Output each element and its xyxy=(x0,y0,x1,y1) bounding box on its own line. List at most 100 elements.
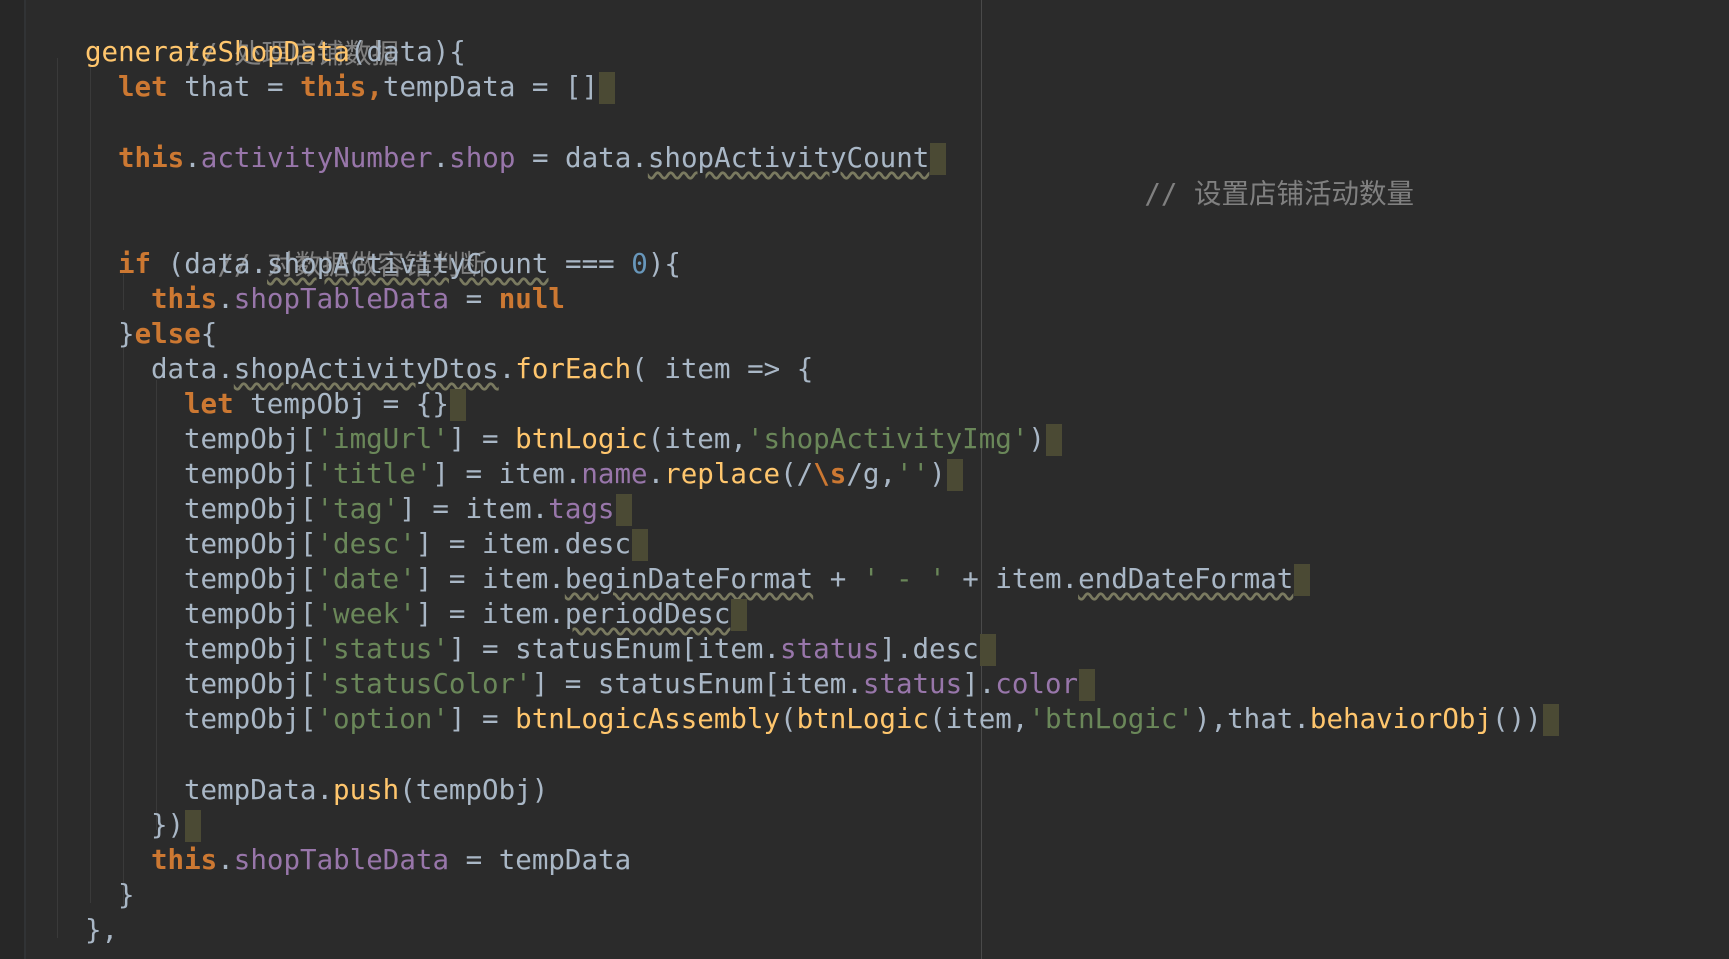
unresolved-property: shopActivityCount xyxy=(647,142,930,174)
code-line: tempObj['statusColor'] = statusEnum[item… xyxy=(184,666,1096,702)
code-text: (item, xyxy=(647,423,747,455)
string-literal: 'status' xyxy=(316,633,449,665)
code-line: }) xyxy=(151,807,202,843)
code-text: (item, xyxy=(929,703,1029,735)
line-end-highlight xyxy=(615,494,632,526)
property: tags xyxy=(548,493,615,525)
string-literal: '' xyxy=(896,458,930,490)
code-line: tempObj['status'] = statusEnum[item.stat… xyxy=(184,631,996,667)
code-text: tempObj[ xyxy=(184,633,317,665)
keyword: this xyxy=(151,844,218,876)
code-line: // 对数据做容错判断 xyxy=(118,211,487,281)
line-end-highlight xyxy=(1045,424,1062,456)
line-end-highlight xyxy=(449,389,466,421)
string-literal: 'btnLogic' xyxy=(1028,703,1194,735)
code-text: tempData. xyxy=(184,774,334,806)
string-literal: 'title' xyxy=(316,458,433,490)
string-literal: 'statusColor' xyxy=(316,668,532,700)
unresolved-property: shopActivityCount xyxy=(267,248,549,280)
function-name: behaviorObj xyxy=(1309,703,1493,735)
function-name: btnLogic xyxy=(796,703,930,735)
code-text: data. xyxy=(151,353,234,385)
code-text: tempObj[ xyxy=(184,458,317,490)
line-end-highlight xyxy=(599,72,616,104)
code-text: (data){ xyxy=(349,36,466,68)
code-text: + xyxy=(813,563,863,595)
keyword: this xyxy=(151,283,218,315)
keyword: else xyxy=(134,318,201,350)
property: name xyxy=(581,458,648,490)
code-text: ] = item. xyxy=(399,493,549,525)
code-line: this.activityNumber.shop = data.shopActi… xyxy=(118,140,947,176)
code-text: ] = item.desc xyxy=(415,528,632,560)
code-text: . xyxy=(217,844,234,876)
code-line: data.shopActivityDtos.forEach( item => { xyxy=(151,351,813,387)
line-end-highlight xyxy=(930,143,947,175)
keyword: null xyxy=(498,283,565,315)
line-end-highlight xyxy=(731,599,748,631)
code-text: . xyxy=(217,283,234,315)
code-line: this.shopTableData = tempData xyxy=(151,842,631,878)
code-line: if (data.shopActivityCount === 0){ xyxy=(118,246,681,282)
code-text: ) xyxy=(929,458,946,490)
code-line: tempObj['option'] = btnLogicAssembly(btn… xyxy=(184,701,1559,737)
string-literal: ' - ' xyxy=(862,563,946,595)
keyword: let xyxy=(184,388,234,420)
indent-guide xyxy=(156,380,157,830)
code-text: ( xyxy=(780,703,797,735)
comment: // 设置店铺活动数量 xyxy=(1144,178,1415,210)
code-text: . xyxy=(498,353,516,385)
code-text: (/ xyxy=(780,458,814,490)
code-line: tempData.push(tempObj) xyxy=(184,772,548,808)
unresolved-property: endDateFormat xyxy=(1078,563,1294,595)
code-line: }, xyxy=(85,912,118,948)
code-line: tempObj['imgUrl'] = btnLogic(item,'shopA… xyxy=(184,421,1062,457)
code-text: tempObj[ xyxy=(184,668,317,700)
code-text: tempObj[ xyxy=(184,563,317,595)
code-text: ] = xyxy=(448,703,516,735)
code-line: // 处理店铺数据 xyxy=(85,0,399,70)
right-margin-guide xyxy=(981,0,982,959)
code-text: ] = xyxy=(448,423,516,455)
property: status xyxy=(780,633,880,665)
indent-guide xyxy=(90,58,91,903)
property: shopTableData xyxy=(233,283,450,315)
code-text: ()) xyxy=(1492,703,1542,735)
code-line: tempObj['week'] = item.periodDesc xyxy=(184,596,748,632)
code-text: ] = statusEnum[item. xyxy=(448,633,781,665)
property: activityNumber xyxy=(200,142,433,174)
code-text: ),that. xyxy=(1193,703,1310,735)
indent-guide xyxy=(123,345,124,905)
code-line: tempObj['date'] = item.beginDateFormat +… xyxy=(184,561,1311,597)
line-end-highlight xyxy=(1542,704,1559,736)
code-editor[interactable]: // 处理店铺数据 generateShopData(data){ let th… xyxy=(0,0,1729,959)
brace: } xyxy=(118,318,135,350)
line-end-highlight xyxy=(632,529,649,561)
property: status xyxy=(862,668,963,700)
string-literal: 'option' xyxy=(316,703,449,735)
code-line: generateShopData(data){ xyxy=(85,34,466,70)
code-text: ] = item. xyxy=(432,458,582,490)
keyword: this xyxy=(118,142,185,174)
code-text: ( item => { xyxy=(631,353,814,385)
code-line: }else{ xyxy=(118,316,217,352)
code-line: let that = this,tempData = [] xyxy=(118,69,616,105)
code-text: tempObj = {} xyxy=(233,388,449,420)
code-text: (data. xyxy=(151,248,268,280)
code-line: this.shopTableData = null xyxy=(151,281,565,317)
line-end-highlight xyxy=(946,459,963,491)
code-text: (tempObj) xyxy=(399,774,549,806)
code-line: tempObj['desc'] = item.desc xyxy=(184,526,649,562)
code-text: }) xyxy=(151,809,185,841)
line-end-highlight xyxy=(979,634,996,666)
code-text: tempObj[ xyxy=(184,528,317,560)
code-text: === xyxy=(548,248,632,280)
string-literal: 'date' xyxy=(316,563,416,595)
code-text: /g, xyxy=(846,458,896,490)
keyword: if xyxy=(118,248,152,280)
code-text: ] = item. xyxy=(415,598,565,630)
editor-gutter xyxy=(0,0,24,959)
code-text: ) xyxy=(1028,423,1045,455)
string-literal: 'shopActivityImg' xyxy=(746,423,1029,455)
code-text: + item. xyxy=(945,563,1079,595)
